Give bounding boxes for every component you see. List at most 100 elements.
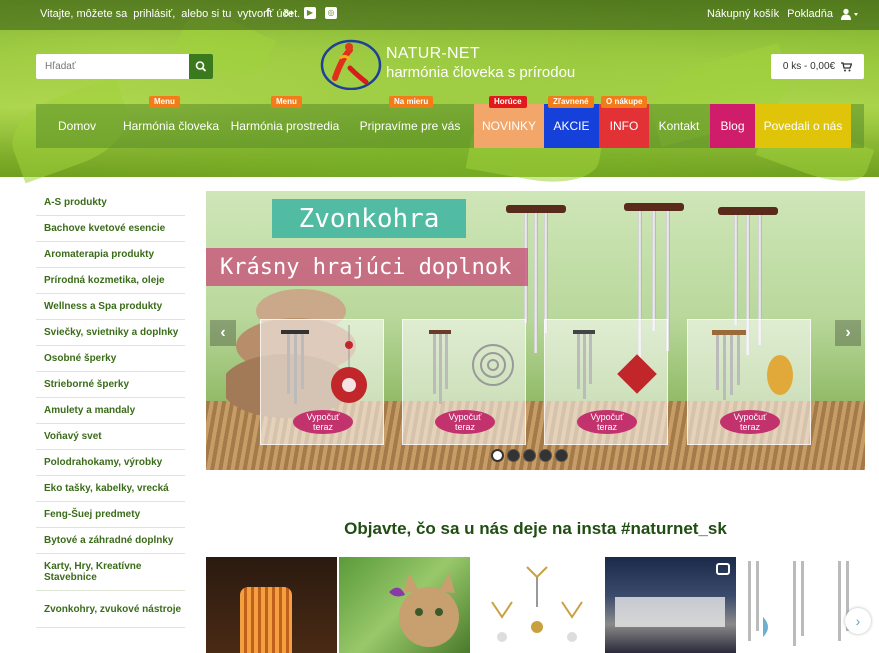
slider-dot[interactable]	[507, 449, 520, 462]
slider-dot[interactable]	[491, 449, 504, 462]
slider-dot[interactable]	[523, 449, 536, 462]
insta-post[interactable]	[472, 557, 603, 653]
nav-item-novinky[interactable]: Horúce NOVINKY	[474, 96, 544, 148]
insta-post[interactable]	[339, 557, 470, 653]
listen-button[interactable]: Vypočuť teraz	[435, 410, 495, 434]
nav-item-harmonia-cloveka[interactable]: Menu Harmónia človeka	[118, 96, 224, 148]
cat-image	[389, 573, 459, 647]
sidebar-item[interactable]: Bachove kvetové esencie	[36, 216, 185, 242]
nav-item-harmonia-prostredia[interactable]: Menu Harmónia prostredia	[224, 96, 346, 148]
hero-slider[interactable]: Zvonkohra Krásny hrajúci doplnok Vypočuť…	[206, 191, 865, 470]
product-image	[573, 330, 657, 399]
cta-line1: Vypočuť	[448, 412, 482, 422]
sidebar-item[interactable]: Bytové a záhradné doplnky	[36, 528, 185, 554]
sidebar-item[interactable]: Osobné šperky	[36, 346, 185, 372]
nav-badge: O nákupe	[601, 96, 648, 108]
nav-item-pripravime[interactable]: Na mieru Pripravíme pre vás	[346, 96, 474, 148]
nav-item-povedali[interactable]: Povedali o nás	[755, 104, 851, 148]
nav-label: Harmónia prostredia	[230, 119, 340, 133]
chevron-right-icon: ›	[845, 324, 851, 341]
nav-label: Povedali o nás	[763, 119, 843, 133]
sidebar-item[interactable]: Strieborné šperky	[36, 372, 185, 398]
sidebar-item[interactable]: Aromaterapia produkty	[36, 242, 185, 268]
search-button[interactable]	[189, 54, 213, 79]
banner-title: Zvonkohra	[272, 199, 466, 238]
nav-item-akcie[interactable]: Zľavnené AKCIE	[544, 96, 599, 148]
search-input[interactable]	[36, 54, 188, 79]
cta-line2: teraz	[596, 422, 617, 432]
banner-subtitle: Krásny hrajúci doplnok	[206, 248, 528, 286]
sidebar-item[interactable]: Wellness a Spa produkty	[36, 294, 185, 320]
user-icon[interactable]	[841, 8, 859, 20]
sidebar-item[interactable]: Polodrahokamy, výrobky	[36, 450, 185, 476]
product-card[interactable]: Vypočuť teraz	[687, 319, 811, 445]
sidebar-item[interactable]: Eko tašky, kabelky, vrecká	[36, 476, 185, 502]
top-right-links: Nákupný košík Pokladňa	[707, 8, 859, 20]
listen-button[interactable]: Vypočuť teraz	[577, 410, 637, 434]
chime-rod	[544, 213, 548, 333]
product-image	[281, 325, 367, 404]
logo-icon[interactable]	[320, 38, 382, 91]
chevron-left-icon: ‹	[220, 324, 226, 341]
category-sidebar: A-S produkty Bachove kvetové esencie Aro…	[36, 190, 185, 628]
cta-line2: teraz	[739, 422, 760, 432]
chime-top	[718, 207, 778, 215]
googleplus-icon[interactable]: 8+	[283, 7, 295, 19]
sidebar-item[interactable]: Voňavý svet	[36, 424, 185, 450]
nav-badge: Menu	[271, 96, 302, 108]
checkout-link[interactable]: Pokladňa	[787, 8, 833, 20]
camera-icon	[716, 563, 730, 575]
cta-line1: Vypočuť	[590, 412, 624, 422]
slider-prev-button[interactable]: ‹	[210, 320, 236, 346]
nav-item-kontakt[interactable]: Kontakt	[649, 104, 709, 148]
insta-post[interactable]	[738, 557, 869, 653]
sidebar-item[interactable]: Feng-Šuej predmety	[36, 502, 185, 528]
cart-link[interactable]: Nákupný košík	[707, 8, 779, 20]
instagram-icon[interactable]: ◎	[325, 7, 337, 19]
listen-button[interactable]: Vypočuť teraz	[720, 410, 780, 434]
nav-label: Domov	[57, 119, 96, 133]
sidebar-item[interactable]: Amulety a mandaly	[36, 398, 185, 424]
login-link[interactable]: prihlásiť,	[133, 8, 175, 20]
logo-title: NATUR-NET	[386, 45, 480, 62]
search-box	[36, 54, 213, 79]
logo-subtitle: harmónia človeka s prírodou	[386, 64, 576, 81]
nav-label: AKCIE	[553, 119, 590, 133]
product-card[interactable]: Vypočuť teraz	[402, 319, 526, 445]
nav-item-domov[interactable]: Domov	[36, 104, 118, 148]
sidebar-item[interactable]: A-S produkty	[36, 190, 185, 216]
cart-summary: 0 ks - 0,00€	[782, 61, 836, 72]
facebook-icon[interactable]: f	[262, 7, 274, 19]
product-image	[712, 330, 793, 400]
sidebar-item[interactable]: Prírodná kozmetika, oleje	[36, 268, 185, 294]
nav-label: INFO	[609, 119, 639, 133]
cart-button[interactable]: 0 ks - 0,00€	[771, 54, 864, 79]
cta-line1: Vypočuť	[306, 412, 340, 422]
sidebar-item[interactable]: Karty, Hry, Kreatívne Stavebnice	[36, 554, 185, 591]
chime-top	[506, 205, 566, 213]
nav-item-info[interactable]: O nákupe INFO	[599, 96, 649, 148]
sidebar-item[interactable]: Zvonkohry, zvukové nástroje	[36, 591, 185, 628]
listen-button[interactable]: Vypočuť teraz	[293, 410, 353, 434]
youtube-icon[interactable]: ▶	[304, 7, 316, 19]
chime-rod	[734, 215, 738, 325]
sidebar-item[interactable]: Sviečky, svietniky a doplnky	[36, 320, 185, 346]
nav-badge: Zľavnené	[548, 96, 594, 108]
product-card[interactable]: Vypočuť teraz	[260, 319, 384, 445]
slider-next-button[interactable]: ›	[835, 320, 861, 346]
cta-line1: Vypočuť	[733, 412, 767, 422]
search-icon	[195, 61, 207, 72]
insta-post[interactable]	[605, 557, 736, 653]
nav-label: Blog	[720, 119, 745, 133]
nav-badge: Menu	[149, 96, 180, 108]
insta-post[interactable]	[206, 557, 337, 653]
nav-item-blog[interactable]: Blog	[710, 104, 755, 148]
social-links: f 8+ ▶ ◎	[262, 7, 337, 19]
main-navigation: Domov Menu Harmónia človeka Menu Harmóni…	[36, 96, 864, 148]
slider-dot[interactable]	[555, 449, 568, 462]
nav-label: Pripravíme pre vás	[359, 119, 461, 133]
slider-dot[interactable]	[539, 449, 552, 462]
welcome-label: Vitajte, môžete sa	[40, 8, 128, 20]
insta-next-button[interactable]: ›	[845, 608, 871, 634]
product-card[interactable]: Vypočuť teraz	[544, 319, 668, 445]
